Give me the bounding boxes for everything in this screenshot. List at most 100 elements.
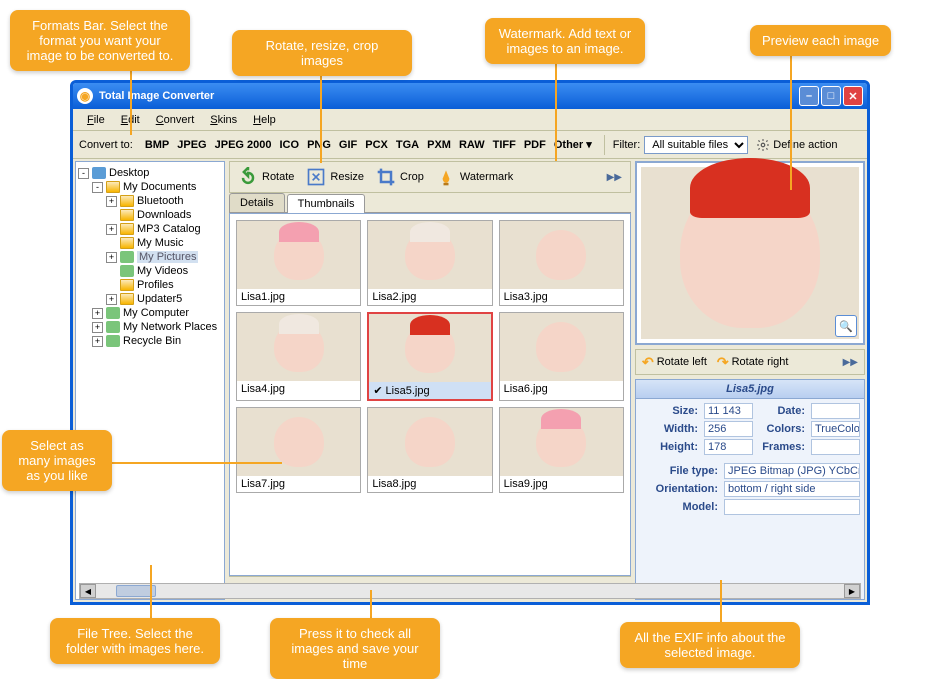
thumbnails-grid[interactable]: Lisa1.jpgLisa2.jpgLisa3.jpg Lisa4.jpg ✔Lis… bbox=[229, 213, 631, 576]
format-ico[interactable]: ICO bbox=[276, 137, 304, 153]
expand-icon[interactable]: + bbox=[92, 322, 103, 333]
tree-node-my-videos[interactable]: My Videos bbox=[78, 264, 222, 278]
format-gif[interactable]: GIF bbox=[335, 137, 361, 153]
rotate-right-button[interactable]: ↷ Rotate right bbox=[717, 354, 789, 371]
special-icon bbox=[106, 335, 120, 347]
orientation-label: Orientation: bbox=[640, 481, 720, 497]
tree-node-mp3-catalog[interactable]: +MP3 Catalog bbox=[78, 222, 222, 236]
scroll-right-icon[interactable]: ▶ bbox=[844, 584, 860, 598]
app-icon: ◉ bbox=[77, 88, 93, 104]
zoom-button[interactable]: 🔍 bbox=[835, 315, 857, 337]
tree-node-my-pictures[interactable]: + My Pictures bbox=[78, 250, 222, 264]
expand-icon[interactable]: + bbox=[106, 294, 117, 305]
tree-node-bluetooth[interactable]: +Bluetooth bbox=[78, 194, 222, 208]
filetype-label: File type: bbox=[640, 463, 720, 479]
thumbnail-Lisa3[interactable]: Lisa3.jpg bbox=[499, 220, 624, 306]
thumbnail-label: Lisa4.jpg bbox=[237, 381, 360, 397]
tree-label: Downloads bbox=[137, 209, 191, 221]
format-pcx[interactable]: PCX bbox=[361, 137, 392, 153]
thumbnail-Lisa1[interactable]: Lisa1.jpg bbox=[236, 220, 361, 306]
close-button[interactable]: ✕ bbox=[843, 86, 863, 106]
more-tools-icon[interactable]: ▶▶ bbox=[607, 172, 622, 183]
format-tiff[interactable]: TIFF bbox=[489, 137, 520, 153]
thumbnail-Lisa5[interactable]: ✔Lisa5.jpg bbox=[367, 312, 492, 401]
rotate-right-icon: ↷ bbox=[717, 354, 729, 371]
view-tabs: DetailsThumbnails bbox=[229, 193, 631, 213]
tree-node-my-computer[interactable]: + My Computer bbox=[78, 306, 222, 320]
format-jpeg[interactable]: JPEG bbox=[173, 137, 210, 153]
callout-line bbox=[720, 580, 722, 624]
callout-line bbox=[555, 56, 557, 161]
format-raw[interactable]: RAW bbox=[455, 137, 489, 153]
maximize-button[interactable]: □ bbox=[821, 86, 841, 106]
thumbnail-image bbox=[500, 313, 623, 381]
rotate-left-button[interactable]: ↶ Rotate left bbox=[642, 354, 707, 371]
folder-icon bbox=[106, 181, 120, 193]
format-tga[interactable]: TGA bbox=[392, 137, 423, 153]
tree-label: Updater5 bbox=[137, 293, 182, 305]
folder-icon bbox=[120, 223, 134, 235]
tree-node-my-documents[interactable]: - My Documents bbox=[78, 180, 222, 194]
tab-details[interactable]: Details bbox=[229, 193, 285, 212]
menu-help[interactable]: Help bbox=[245, 112, 284, 128]
expand-icon[interactable]: - bbox=[78, 168, 89, 179]
expand-icon[interactable]: + bbox=[92, 336, 103, 347]
folder-tree[interactable]: -Desktop-My Documents+BluetoothDownloads… bbox=[75, 161, 225, 600]
expand-icon[interactable]: - bbox=[92, 182, 103, 193]
format-png[interactable]: PNG bbox=[303, 137, 335, 153]
menu-skins[interactable]: Skins bbox=[202, 112, 245, 128]
menubar: FileEditConvertSkinsHelp bbox=[73, 109, 867, 131]
more-rotate-icon[interactable]: ▶▶ bbox=[843, 357, 858, 368]
horizontal-scrollbar[interactable]: ◀ ▶ bbox=[79, 583, 861, 599]
image-toolbar: Rotate Resize Crop Watermark ▶▶ bbox=[229, 161, 631, 193]
expand-icon[interactable]: + bbox=[106, 196, 117, 207]
callout-line bbox=[112, 462, 282, 464]
tree-node-my-network-places[interactable]: + My Network Places bbox=[78, 320, 222, 334]
tree-node-profiles[interactable]: Profiles bbox=[78, 278, 222, 292]
expand-icon[interactable]: + bbox=[106, 252, 117, 263]
tree-label: My Network Places bbox=[123, 321, 217, 333]
titlebar[interactable]: ◉ Total Image Converter – □ ✕ bbox=[73, 83, 867, 109]
expand-icon[interactable]: + bbox=[92, 308, 103, 319]
thumbnail-Lisa2[interactable]: Lisa2.jpg bbox=[367, 220, 492, 306]
resize-button[interactable]: Resize bbox=[306, 167, 364, 187]
format-pxm[interactable]: PXM bbox=[423, 137, 455, 153]
thumbnail-Lisa8[interactable]: Lisa8.jpg bbox=[367, 407, 492, 493]
gear-icon bbox=[756, 138, 770, 152]
expand-icon[interactable]: + bbox=[106, 224, 117, 235]
info-filename: Lisa5.jpg bbox=[636, 380, 864, 399]
tree-node-updater5[interactable]: + Updater5 bbox=[78, 292, 222, 306]
thumbnail-Lisa7[interactable]: Lisa7.jpg bbox=[236, 407, 361, 493]
define-action-button[interactable]: Define action bbox=[752, 136, 841, 154]
thumbnail-Lisa4[interactable]: Lisa4.jpg bbox=[236, 312, 361, 401]
callout-select-many: Select as many images as you like bbox=[2, 430, 112, 491]
crop-button[interactable]: Crop bbox=[376, 167, 424, 187]
tree-label: My Pictures bbox=[137, 251, 198, 263]
tree-node-recycle-bin[interactable]: +Recycle Bin bbox=[78, 334, 222, 348]
minimize-button[interactable]: – bbox=[799, 86, 819, 106]
filter-select[interactable]: All suitable files bbox=[644, 136, 748, 154]
tree-node-desktop[interactable]: - Desktop bbox=[78, 166, 222, 180]
format-jpeg2000[interactable]: JPEG 2000 bbox=[211, 137, 276, 153]
menu-convert[interactable]: Convert bbox=[148, 112, 203, 128]
app-window: ◉ Total Image Converter – □ ✕ FileEditCo… bbox=[70, 80, 870, 605]
tree-node-downloads[interactable]: Downloads bbox=[78, 208, 222, 222]
rotate-button[interactable]: Rotate bbox=[238, 167, 294, 187]
thumbnail-Lisa6[interactable]: Lisa6.jpg bbox=[499, 312, 624, 401]
preview-image bbox=[641, 167, 859, 339]
rotate-bar: ↶ Rotate left ↷ Rotate right ▶▶ bbox=[635, 349, 865, 375]
menu-file[interactable]: File bbox=[79, 112, 113, 128]
tree-label: My Documents bbox=[123, 181, 196, 193]
thumbnail-Lisa9[interactable]: Lisa9.jpg bbox=[499, 407, 624, 493]
tree-label: My Videos bbox=[137, 265, 188, 277]
tree-node-my-music[interactable]: My Music bbox=[78, 236, 222, 250]
tree-label: My Computer bbox=[123, 307, 189, 319]
tab-thumbnails[interactable]: Thumbnails bbox=[287, 194, 366, 213]
frames-value bbox=[811, 439, 860, 455]
format-pdf[interactable]: PDF bbox=[520, 137, 550, 153]
watermark-button[interactable]: Watermark bbox=[436, 167, 513, 187]
format-bmp[interactable]: BMP bbox=[141, 137, 173, 153]
tree-label: Desktop bbox=[109, 167, 149, 179]
thumbnail-label: ✔Lisa5.jpg bbox=[369, 382, 490, 399]
scroll-left-icon[interactable]: ◀ bbox=[80, 584, 96, 598]
